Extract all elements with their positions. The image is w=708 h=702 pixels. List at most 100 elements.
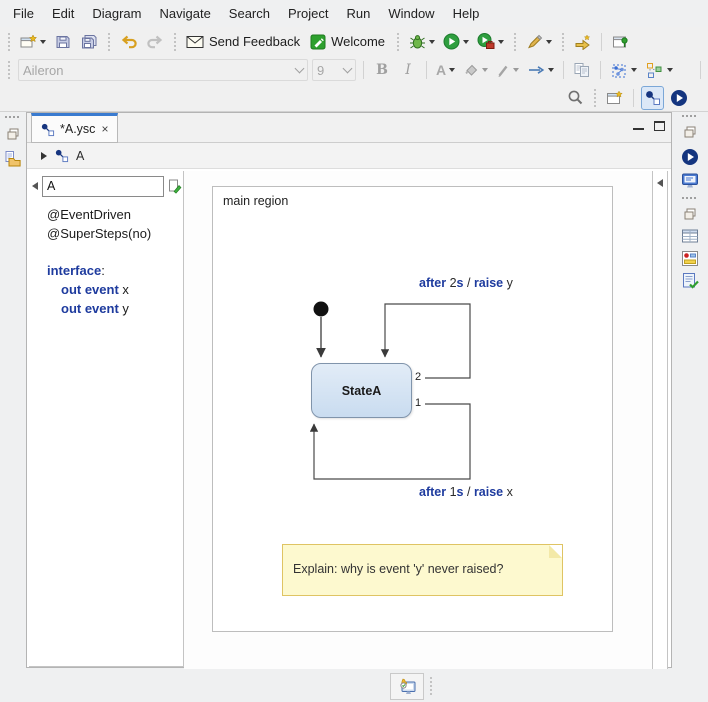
chevron-down-icon	[343, 63, 353, 73]
run-config-button[interactable]	[475, 30, 506, 54]
tab-a-ysc[interactable]: *A.ysc ×	[31, 113, 118, 143]
toolbar-separator	[397, 33, 399, 51]
menu-navigate[interactable]: Navigate	[150, 2, 219, 25]
project-explorer-button[interactable]	[4, 150, 22, 170]
search-button[interactable]	[564, 86, 586, 110]
fill-color-button[interactable]	[461, 58, 490, 82]
palette-expand-icon[interactable]	[657, 179, 663, 187]
welcome-button[interactable]: Welcome	[308, 30, 389, 54]
fill-color-dropdown[interactable]	[482, 68, 488, 72]
console-view-button[interactable]	[681, 172, 699, 192]
font-color-dropdown[interactable]	[449, 68, 455, 72]
font-family-combo[interactable]: Aileron	[18, 59, 308, 81]
font-color-button[interactable]: A	[434, 58, 457, 82]
pin-editor-button[interactable]	[609, 30, 631, 54]
simulation-view-button[interactable]	[681, 148, 699, 169]
breadcrumb-expand-icon[interactable]	[41, 152, 47, 160]
breadcrumb-item[interactable]: A	[76, 149, 84, 163]
right-view-rail	[672, 112, 708, 668]
outline-view-button[interactable]	[681, 250, 699, 270]
debug-dropdown[interactable]	[429, 40, 435, 44]
menu-window[interactable]: Window	[379, 2, 443, 25]
format-toolbar: Aileron 9 B I A	[0, 56, 708, 84]
restore-icon	[5, 126, 21, 142]
main-region[interactable]: main region StateA 2 1 after 2s / raise …	[212, 186, 613, 632]
restore-views-button[interactable]	[5, 126, 21, 145]
toolbar-handle	[8, 61, 10, 79]
debug-button[interactable]	[407, 30, 437, 54]
status-monitor-icon	[397, 677, 417, 696]
restore-views-button[interactable]	[682, 124, 698, 143]
menu-search[interactable]: Search	[220, 2, 279, 25]
bold-button[interactable]: B	[371, 58, 393, 82]
new-wizard-button[interactable]	[18, 30, 48, 54]
toolbar-separator	[174, 33, 176, 51]
restore-views-button[interactable]	[682, 206, 698, 225]
last-edit-location-button[interactable]	[572, 30, 594, 54]
undo-button[interactable]	[118, 30, 140, 54]
select-all-dropdown[interactable]	[631, 68, 637, 72]
simulation-perspective-button[interactable]	[668, 86, 690, 110]
external-tools-icon	[526, 34, 543, 50]
select-all-shapes-button[interactable]	[608, 58, 639, 82]
tasks-view-button[interactable]	[681, 272, 699, 292]
statechart-name-input[interactable]	[42, 176, 164, 197]
line-style-button[interactable]	[525, 58, 556, 82]
note-text: Explain: why is event 'y' never raised?	[293, 562, 503, 576]
interface-line: interface:	[47, 261, 151, 280]
redo-button[interactable]	[144, 30, 166, 54]
state-statea[interactable]: StateA	[311, 363, 412, 418]
menu-project[interactable]: Project	[279, 2, 337, 25]
run-button[interactable]	[441, 30, 471, 54]
external-tools-button[interactable]	[524, 30, 554, 54]
save-all-button[interactable]	[78, 30, 100, 54]
rail-drag-handle[interactable]	[682, 197, 696, 199]
arrange-all-button[interactable]	[643, 58, 675, 82]
transition-label-1[interactable]: after 1s / raise x	[419, 485, 513, 499]
declaration-line: out event y	[47, 299, 151, 318]
project-explorer-icon	[4, 150, 22, 167]
tab-close-button[interactable]: ×	[100, 122, 109, 136]
raise-keyword: raise	[474, 485, 503, 499]
menu-diagram[interactable]: Diagram	[83, 2, 150, 25]
new-wizard-dropdown[interactable]	[40, 40, 46, 44]
properties-table-icon	[681, 228, 699, 244]
run-dropdown[interactable]	[463, 40, 469, 44]
menu-run[interactable]: Run	[337, 2, 379, 25]
menu-file[interactable]: File	[4, 2, 43, 25]
open-perspective-button[interactable]	[604, 86, 626, 110]
editor-area: *A.ysc × A @EventDriven @SuperSt	[26, 112, 672, 668]
out-event-keyword: out event	[61, 282, 119, 297]
definition-view[interactable]: @EventDriven @SuperSteps(no) interface: …	[29, 171, 184, 667]
toolbar-separator	[562, 33, 564, 51]
note[interactable]: Explain: why is event 'y' never raised?	[282, 544, 563, 596]
external-tools-dropdown[interactable]	[546, 40, 552, 44]
edit-definition-icon[interactable]	[168, 178, 182, 194]
send-feedback-button[interactable]: Send Feedback	[184, 30, 304, 54]
outline-icon	[681, 250, 699, 267]
minimize-icon[interactable]	[633, 121, 644, 130]
palette-collapsed[interactable]	[652, 171, 668, 669]
line-color-dropdown[interactable]	[513, 68, 519, 72]
save-button[interactable]	[52, 30, 74, 54]
rail-drag-handle[interactable]	[682, 115, 696, 117]
line-color-button[interactable]	[494, 58, 521, 82]
copy-appearance-button[interactable]	[571, 58, 593, 82]
properties-view-button[interactable]	[681, 228, 699, 247]
arrange-all-dropdown[interactable]	[667, 68, 673, 72]
menu-edit[interactable]: Edit	[43, 2, 83, 25]
transition-label-2[interactable]: after 2s / raise y	[419, 276, 513, 290]
slash: /	[467, 485, 470, 499]
new-wizard-icon	[20, 34, 37, 50]
initial-state[interactable]	[314, 302, 329, 317]
menu-help[interactable]: Help	[444, 2, 489, 25]
rail-drag-handle[interactable]	[5, 116, 19, 118]
modeling-perspective-button[interactable]	[641, 86, 664, 110]
line-style-dropdown[interactable]	[548, 68, 554, 72]
maximize-icon[interactable]	[654, 121, 665, 131]
collapse-left-icon[interactable]	[32, 182, 38, 190]
status-monitor-button[interactable]	[390, 673, 424, 700]
run-config-dropdown[interactable]	[498, 40, 504, 44]
italic-button[interactable]: I	[397, 58, 419, 82]
font-size-combo[interactable]: 9	[312, 59, 356, 81]
